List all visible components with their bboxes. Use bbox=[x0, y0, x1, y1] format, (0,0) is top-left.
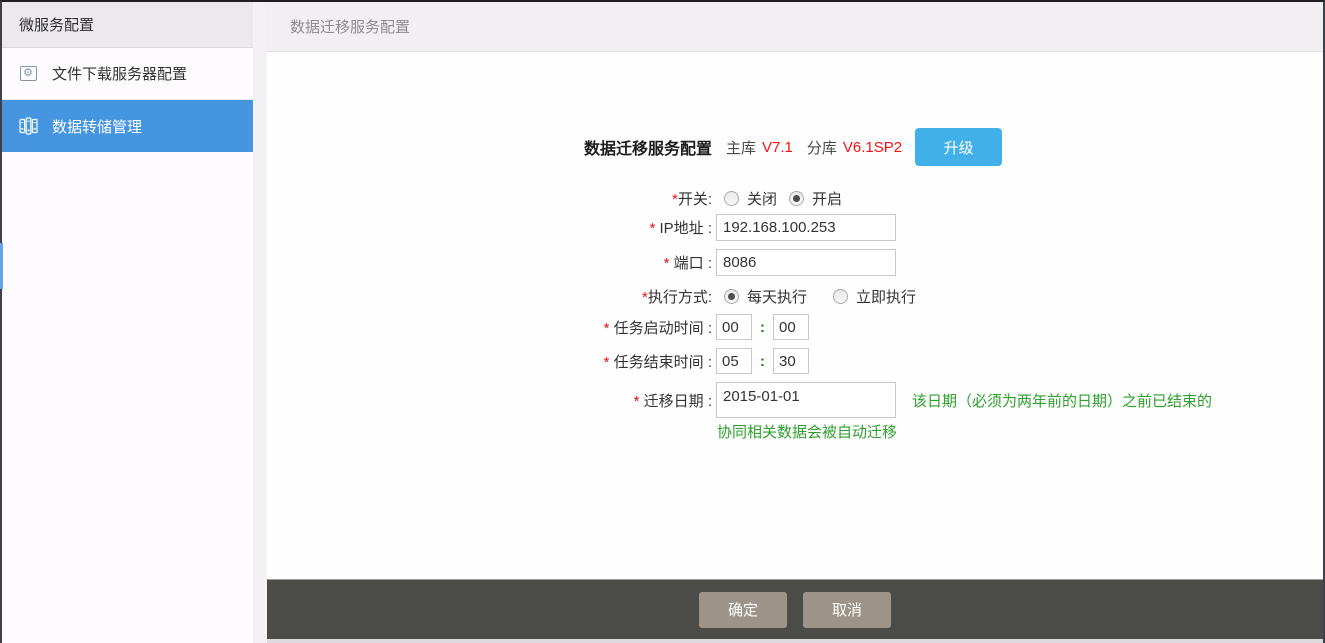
end-minute-input[interactable] bbox=[773, 348, 809, 374]
form-title-row: 数据迁移服务配置 主库 V7.1 分库 V6.1SP2 升级 bbox=[267, 118, 1323, 176]
exec-mode-row: *执行方式: 每天执行 立即执行 bbox=[267, 286, 1323, 306]
server-stack-icon bbox=[18, 117, 38, 135]
sidebar-item-data-dump-management[interactable]: 数据转储管理 bbox=[2, 100, 253, 152]
app-window: 微服务配置 ⚙ 文件下载服务器配置 bbox=[0, 0, 1325, 643]
end-time-row: * 任务结束时间 : : bbox=[267, 348, 1323, 374]
port-row: * 端口 : bbox=[267, 249, 1323, 276]
folder-gear-icon: ⚙ bbox=[18, 65, 38, 83]
end-time-label: 任务结束时间 : bbox=[609, 354, 712, 371]
form-title: 数据迁移服务配置 bbox=[584, 141, 712, 158]
switch-row: *开关: 关闭 开启 bbox=[267, 188, 1323, 208]
time-separator: : bbox=[760, 353, 765, 370]
sidebar-separator bbox=[253, 2, 267, 643]
end-hour-input[interactable] bbox=[716, 348, 752, 374]
sidebar-item-file-download-server-config[interactable]: ⚙ 文件下载服务器配置 bbox=[2, 48, 253, 100]
footer-action-bar: 确定 取消 bbox=[267, 579, 1323, 639]
port-label: 端口 : bbox=[669, 255, 712, 272]
start-time-row: * 任务启动时间 : : bbox=[267, 314, 1323, 340]
master-db-label: 主库 bbox=[726, 137, 756, 158]
master-db-version: V7.1 bbox=[762, 139, 793, 156]
content-panel: 数据迁移服务配置 主库 V7.1 分库 V6.1SP2 升级 *开关: 关闭 bbox=[267, 52, 1323, 579]
upgrade-button[interactable]: 升级 bbox=[915, 128, 1002, 166]
left-edge-scroll-accent bbox=[0, 243, 3, 289]
data-migration-form: 数据迁移服务配置 主库 V7.1 分库 V6.1SP2 升级 *开关: 关闭 bbox=[267, 118, 1323, 442]
exec-immediate-radio[interactable]: 立即执行 bbox=[833, 286, 916, 307]
migrate-date-row: * 迁移日期 : 该日期（必须为两年前的日期）之前已结束的 bbox=[267, 382, 1323, 418]
sidebar-header: 微服务配置 bbox=[2, 2, 253, 48]
ip-row: * IP地址 : bbox=[267, 214, 1323, 241]
time-separator: : bbox=[760, 319, 765, 336]
exec-daily-radio[interactable]: 每天执行 bbox=[724, 286, 807, 307]
migrate-date-label: 迁移日期 : bbox=[639, 393, 712, 410]
migrate-date-hint-row: 协同相关数据会被自动迁移 bbox=[267, 421, 1323, 442]
sidebar-item-label: 数据转储管理 bbox=[52, 116, 142, 137]
main-area: 数据迁移服务配置 数据迁移服务配置 主库 V7.1 分库 V6.1SP2 升级 … bbox=[267, 2, 1323, 643]
migrate-date-hint-right: 该日期（必须为两年前的日期）之前已结束的 bbox=[912, 390, 1212, 411]
port-input[interactable] bbox=[716, 249, 896, 276]
switch-on-radio[interactable]: 开启 bbox=[789, 188, 842, 209]
migrate-date-input[interactable] bbox=[716, 382, 896, 418]
radio-circle-icon bbox=[724, 289, 739, 304]
start-time-label: 任务启动时间 : bbox=[609, 320, 712, 337]
start-minute-input[interactable] bbox=[773, 314, 809, 340]
start-hour-input[interactable] bbox=[716, 314, 752, 340]
bottom-edge bbox=[267, 639, 1323, 643]
migrate-date-hint-below: 协同相关数据会被自动迁移 bbox=[717, 421, 897, 442]
exec-mode-label: 执行方式: bbox=[648, 289, 712, 306]
cancel-button[interactable]: 取消 bbox=[803, 592, 891, 628]
shard-db-label: 分库 bbox=[807, 137, 837, 158]
ip-input[interactable] bbox=[716, 214, 896, 241]
page-title: 数据迁移服务配置 bbox=[290, 16, 410, 37]
shard-db-version: V6.1SP2 bbox=[843, 139, 902, 156]
ip-label: IP地址 : bbox=[655, 220, 712, 237]
radio-circle-icon bbox=[724, 191, 739, 206]
radio-circle-icon bbox=[833, 289, 848, 304]
sidebar-item-label: 文件下载服务器配置 bbox=[52, 63, 187, 84]
sidebar: 微服务配置 ⚙ 文件下载服务器配置 bbox=[2, 2, 253, 643]
ok-button[interactable]: 确定 bbox=[699, 592, 787, 628]
page-header: 数据迁移服务配置 bbox=[267, 2, 1323, 52]
switch-label: 开关: bbox=[678, 191, 712, 208]
radio-circle-icon bbox=[789, 191, 804, 206]
switch-off-radio[interactable]: 关闭 bbox=[724, 188, 777, 209]
sidebar-title: 微服务配置 bbox=[19, 14, 94, 35]
